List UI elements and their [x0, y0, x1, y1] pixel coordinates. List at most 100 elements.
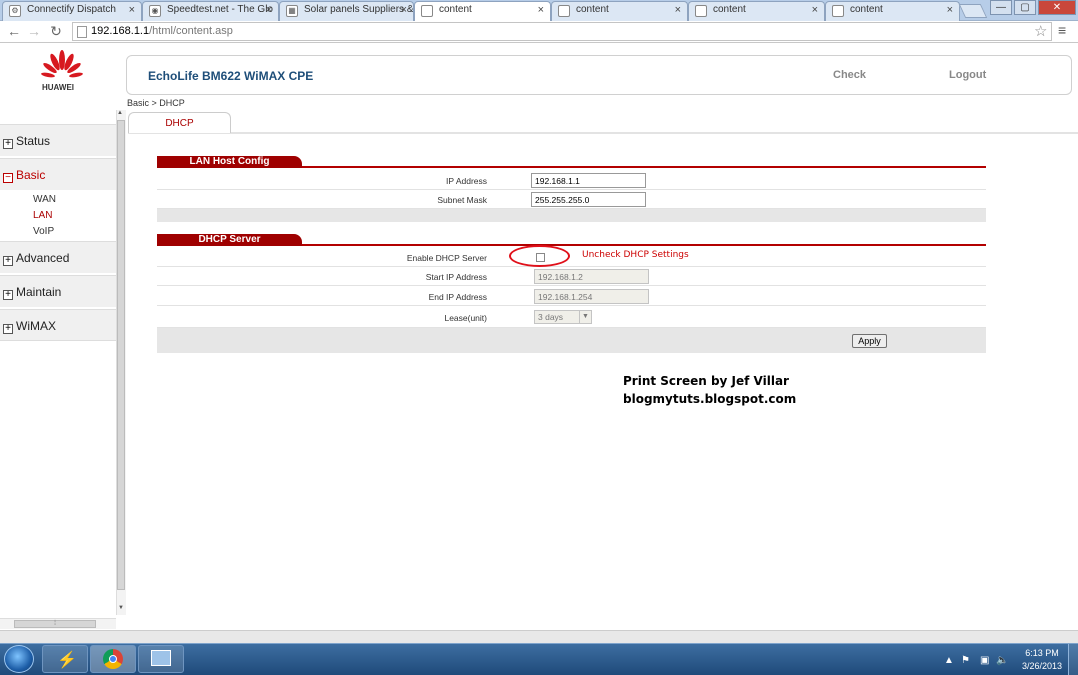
address-bar[interactable]: 192.168.1.1/html/content.asp: [72, 22, 1052, 41]
dropdown-arrow-icon: ▼: [579, 311, 591, 323]
taskbar-app-icon[interactable]: [138, 645, 184, 673]
sidebar-label: Basic: [16, 168, 46, 182]
browser-status-strip: [0, 630, 1078, 643]
browser-tab-strip: ⚙ Connectify Dispatch × ◉ Speedtest.net - T…: [0, 0, 1078, 22]
sidebar-subitem-wan[interactable]: WAN: [33, 194, 56, 205]
volume-icon[interactable]: 🔈: [996, 655, 1008, 666]
start-button[interactable]: [4, 645, 34, 673]
subnet-mask-label: Subnet Mask: [437, 195, 487, 205]
sidebar-label: Status: [16, 134, 51, 148]
show-hidden-icons-icon[interactable]: ▲: [944, 655, 954, 666]
credit-line: Print Screen by Jef Villar: [623, 374, 789, 388]
lease-label: Lease(unit): [444, 313, 487, 323]
sidebar-label: Maintain: [16, 285, 62, 299]
header-panel: EchoLife BM622 WiMAX CPE Check Logout: [126, 55, 1072, 95]
browser-toolbar: ← → ↻ 192.168.1.1/html/content.asp: [0, 21, 1078, 43]
section-title: LAN Host Config: [157, 156, 302, 168]
sidebar-subitem-lan[interactable]: LAN: [33, 210, 52, 221]
menu-icon[interactable]: ≡: [1058, 22, 1066, 38]
end-ip-input[interactable]: 192.168.1.254: [534, 289, 649, 304]
chrome-center-icon: [109, 655, 117, 663]
bookmark-star-icon[interactable]: ☆: [1034, 22, 1047, 40]
sidebar-item-advanced[interactable]: + Advanced: [0, 241, 116, 273]
start-ip-input[interactable]: 192.168.1.2: [534, 269, 649, 284]
end-ip-row: End IP Address 192.168.1.254: [157, 287, 986, 306]
page-icon: [695, 5, 707, 17]
breadcrumb: Basic > DHCP: [127, 98, 185, 108]
taskbar-time[interactable]: 6:13 PM: [1024, 648, 1060, 658]
ip-address-row: IP Address 192.168.1.1: [157, 171, 986, 190]
logout-link[interactable]: Logout: [949, 69, 986, 81]
sidebar-subitem-voip[interactable]: VoIP: [33, 226, 54, 237]
close-tab-icon[interactable]: ×: [129, 4, 135, 16]
start-ip-label: Start IP Address: [425, 272, 487, 282]
maximize-button[interactable]: ▢: [1014, 0, 1036, 15]
action-center-icon[interactable]: ⚑: [961, 655, 970, 666]
back-arrow-icon[interactable]: ←: [6, 23, 22, 39]
connectify-icon: ⚙: [9, 5, 21, 17]
scroll-up-arrow-icon[interactable]: ▲: [117, 110, 123, 116]
forward-arrow-icon[interactable]: →: [26, 23, 42, 39]
page-icon: [558, 5, 570, 17]
product-title: EchoLife BM622 WiMAX CPE: [148, 69, 314, 83]
sidebar-label: Advanced: [16, 251, 70, 265]
close-tab-icon[interactable]: ×: [947, 4, 953, 16]
taskbar-date[interactable]: 3/26/2013: [1020, 661, 1064, 671]
reload-icon[interactable]: ↻: [48, 23, 64, 40]
speedtest-icon: ◉: [149, 5, 161, 17]
minimize-button[interactable]: —: [990, 0, 1012, 15]
enable-dhcp-row: Enable DHCP Server: [157, 248, 986, 267]
sidebar-item-wimax[interactable]: + WiMAX: [0, 309, 116, 341]
close-tab-icon[interactable]: ×: [675, 4, 681, 16]
url-path: /html/content.asp: [149, 25, 233, 37]
browser-tab[interactable]: ⚙ Connectify Dispatch ×: [2, 1, 142, 21]
sidebar-item-maintain[interactable]: + Maintain: [0, 275, 116, 307]
tab-label: content: [576, 4, 609, 15]
tab-label: Solar panels Suppliers &: [304, 4, 414, 15]
lease-row: Lease(unit) 3 days ▼: [157, 307, 986, 328]
annotation-text: Uncheck DHCP Settings: [582, 250, 689, 260]
collapse-minus-icon: −: [3, 173, 13, 183]
subnet-mask-input[interactable]: 255.255.255.0: [531, 192, 646, 207]
close-window-button[interactable]: ✕: [1038, 0, 1076, 15]
new-tab-button[interactable]: [958, 4, 988, 18]
scroll-down-arrow-icon[interactable]: ▼: [118, 605, 124, 611]
close-tab-icon[interactable]: ×: [538, 4, 544, 16]
dhcp-server-header: DHCP Server: [157, 234, 986, 246]
browser-tab[interactable]: ▦ Solar panels Suppliers & ×: [279, 1, 414, 21]
lease-select[interactable]: 3 days ▼: [534, 310, 592, 324]
close-tab-icon[interactable]: ×: [401, 4, 407, 16]
lan-host-config-header: LAN Host Config: [157, 156, 986, 168]
enable-dhcp-label: Enable DHCP Server: [406, 253, 487, 263]
check-link[interactable]: Check: [833, 69, 866, 81]
apply-button[interactable]: Apply: [852, 334, 887, 348]
sidebar-item-status[interactable]: + Status: [0, 124, 116, 156]
browser-tab[interactable]: content ×: [825, 1, 960, 21]
browser-tab[interactable]: ◉ Speedtest.net - The Glo ×: [142, 1, 279, 21]
expand-plus-icon: +: [3, 139, 13, 149]
end-ip-label: End IP Address: [428, 292, 487, 302]
browser-tab-active[interactable]: content ×: [414, 1, 551, 22]
show-desktop-button[interactable]: [1068, 644, 1078, 675]
taskbar-chrome[interactable]: [90, 645, 136, 673]
sidebar-scrollbar-thumb[interactable]: [117, 120, 125, 590]
sidebar-item-basic[interactable]: − Basic: [0, 158, 116, 190]
expand-plus-icon: +: [3, 256, 13, 266]
ip-address-input[interactable]: 192.168.1.1: [531, 173, 646, 188]
brand-name: HUAWEI: [42, 83, 74, 92]
tab-label: content: [850, 4, 883, 15]
close-tab-icon[interactable]: ×: [812, 4, 818, 16]
browser-tab[interactable]: content ×: [551, 1, 688, 21]
expand-plus-icon: +: [3, 324, 13, 334]
taskbar-app-icon[interactable]: ⚡: [42, 645, 88, 673]
tab-dhcp[interactable]: DHCP: [128, 112, 231, 133]
page-icon: [832, 5, 844, 17]
close-tab-icon[interactable]: ×: [266, 4, 272, 16]
winamp-icon: ⚡: [57, 652, 77, 669]
browser-tab[interactable]: content ×: [688, 1, 825, 21]
start-ip-row: Start IP Address 192.168.1.2: [157, 267, 986, 286]
section-title: DHCP Server: [157, 234, 302, 246]
horizontal-scrollbar-thumb[interactable]: ⦙: [14, 620, 96, 628]
solar-icon: ▦: [286, 5, 298, 17]
network-icon[interactable]: ▣: [980, 655, 989, 666]
